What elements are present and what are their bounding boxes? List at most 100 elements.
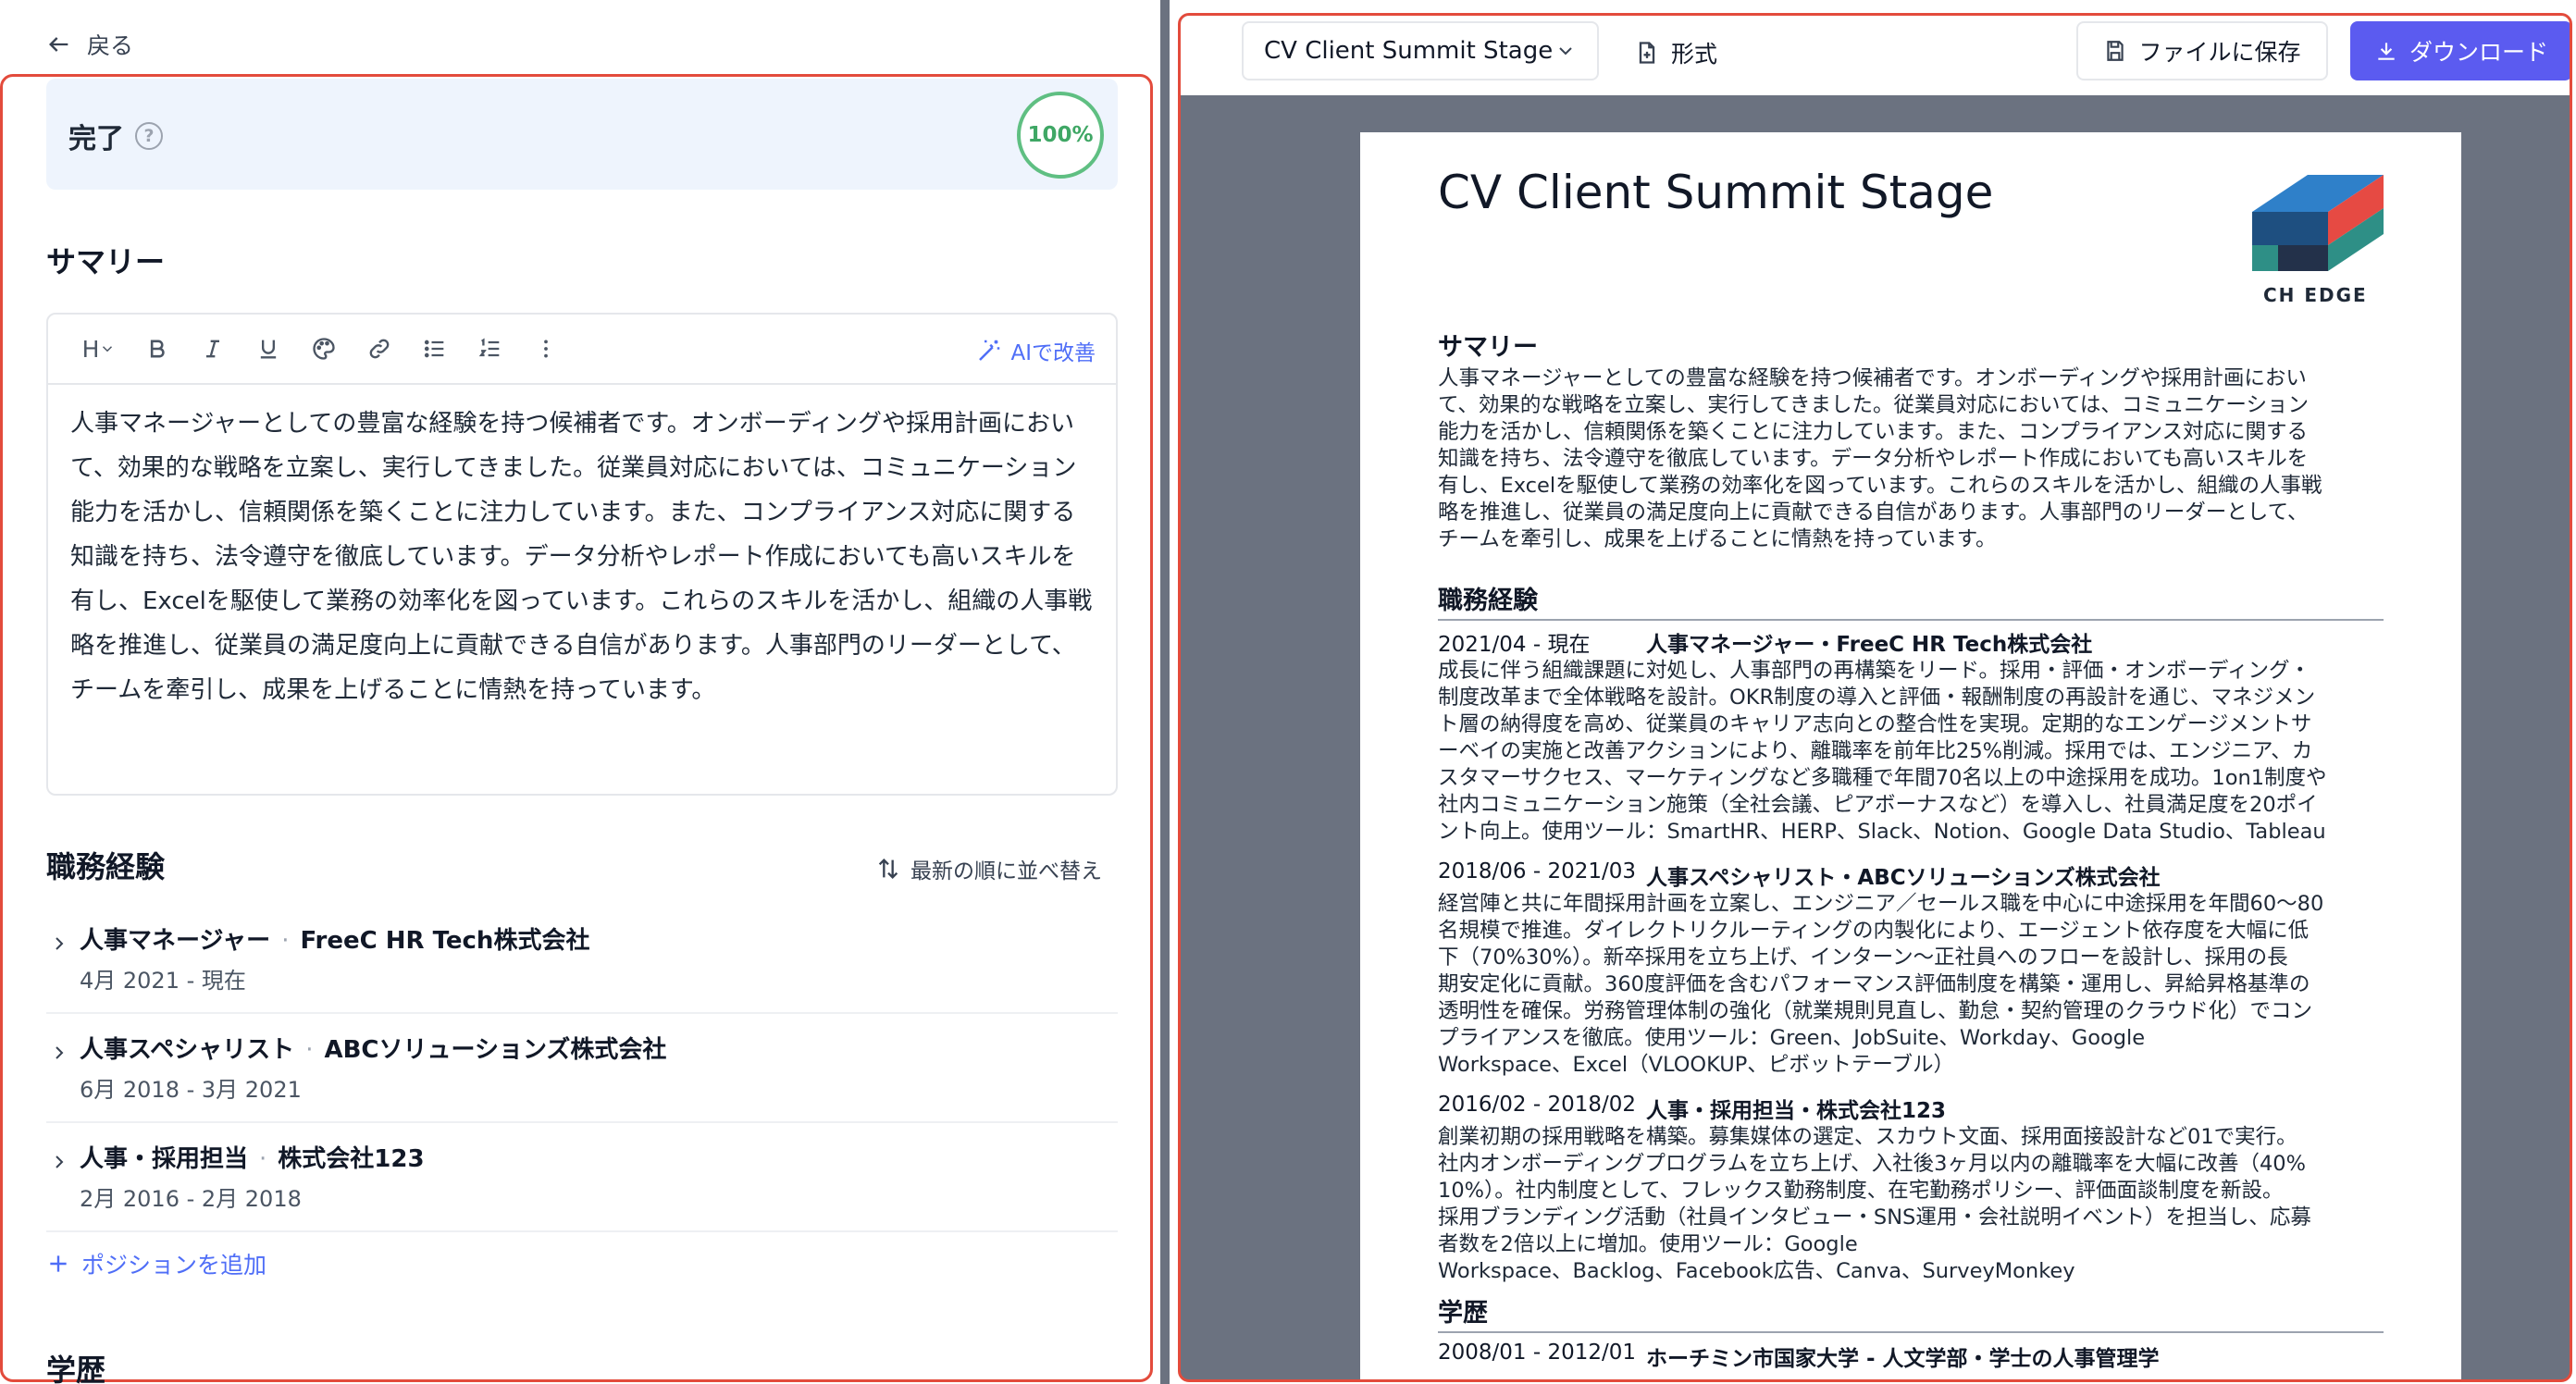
cv-job-title: 人事マネージャー・FreeC HR Tech株式会社: [1646, 633, 2093, 657]
cv-job-line: 創業初期の採用戦略を構築。募集媒体の選定、スカウト文面、採用面接設計など01で実…: [1438, 1125, 2297, 1149]
underline-button[interactable]: [241, 326, 296, 372]
summary-title: サマリー: [46, 244, 166, 279]
file-format-icon: [1639, 42, 1655, 64]
cv-name: CV Client Summit Stage: [1438, 166, 1994, 219]
job-dates: 6月 2018 - 3月 2021: [80, 1077, 302, 1103]
cv-education-heading: 学歴: [1438, 1299, 1488, 1328]
download-button[interactable]: ダウンロード: [2350, 21, 2570, 80]
job-company: ABCソリューションズ株式会社: [324, 1036, 667, 1064]
completion-label: 完了: [68, 123, 124, 155]
cv-education-dates: 2008/01 - 2012/01: [1438, 1341, 1637, 1365]
cv-job-header: 2018/06 - 2021/03 人事スペシャリスト・ABCソリューションズ株…: [1438, 859, 2161, 891]
cv-job-title: 人事・採用担当・株式会社123: [1646, 1099, 1947, 1123]
cv-job-line: ーベイの実施と改善アクションにより、離職率を前年比25%削減。採用では、エンジニ…: [1438, 739, 2313, 763]
job-title: 人事マネージャー · FreeC HR Tech株式会社: [80, 927, 590, 955]
save-to-file-button[interactable]: ファイルに保存: [2076, 21, 2328, 80]
job-item[interactable]: 人事・採用担当 · 株式会社123 2月 2016 - 2月 2018: [46, 1131, 1118, 1232]
cv-summary-line: て、効果的な戦略を立案し、実行してきました。従業員対応においては、コミュニケーシ…: [1438, 393, 2309, 417]
chevron-right-icon: [56, 1046, 64, 1059]
cv-job-line: Workspace、Backlog、Facebook広告、Canva、Surve…: [1438, 1259, 2075, 1283]
cv-summary-line: 知識を持ち、法令遵守を徹底しています。データ分析やレポート作成においても高いスキ…: [1438, 447, 2309, 471]
job-role: 人事スペシャリスト: [80, 1036, 295, 1064]
underline-icon: [260, 340, 277, 359]
panel-splitter[interactable]: [1157, 0, 1175, 1384]
summary-editor[interactable]: H AIで改善 人事マネージャーとしての豊富な経験を持つ候補者です。オンボーディ…: [46, 313, 1118, 796]
completion-banner: 完了 ? 100%: [46, 79, 1118, 190]
progress-value: 100%: [1027, 123, 1094, 147]
cv-job-line: ント向上。使用ツール：SmartHR、HERP、Slack、Notion、Goo…: [1438, 820, 2326, 844]
chevron-right-icon: [56, 1155, 64, 1168]
cv-summary: 人事マネージャーとしての豊富な経験を持つ候補者です。オンボーディングや採用計画に…: [1438, 365, 2384, 553]
format-label: 形式: [1671, 41, 1718, 68]
preview-toolbar: CV Client Summit Stage 形式 ファイルに保存 ダウンロード: [1181, 16, 2570, 95]
preview-panel: CV Client Summit Stage 形式 ファイルに保存 ダウンロード…: [1175, 0, 2576, 1384]
cv-job-line: 透明性を確保。労務管理体制の強化（就業規則見直し、勤怠・契約管理のクラウド化）で…: [1438, 999, 2313, 1023]
cv-education-entry: 2008/01 - 2012/01 ホーチミン市国家大学 - 人文学部・学士の人…: [1438, 1341, 2160, 1372]
job-title: 人事・採用担当 · 株式会社123: [80, 1145, 425, 1173]
format-button[interactable]: 形式: [1634, 36, 1717, 69]
progress-ring: 100%: [1017, 92, 1104, 179]
chevron-down-icon: [103, 346, 113, 352]
color-button[interactable]: [296, 326, 352, 372]
cv-job-dates: 2016/02 - 2018/02: [1438, 1093, 1637, 1117]
back-button[interactable]: 戻る: [46, 28, 133, 61]
add-position-button[interactable]: ポジションを追加: [46, 1247, 266, 1280]
cv-job-description: 経営陣と共に年間採用計画を立案し、エンジニア／セールス職を中心に中途採用を年間6…: [1438, 891, 2384, 1079]
link-button[interactable]: [352, 326, 407, 372]
editor-panel: 戻る 完了 ? 100% サマリー H AIで改善 人事マネージャーとしての豊富…: [0, 0, 1157, 1384]
italic-button[interactable]: [185, 326, 241, 372]
help-icon[interactable]: ?: [135, 122, 163, 150]
back-label: 戻る: [87, 32, 134, 59]
cv-job-header: 2021/04 - 現在 人事マネージャー・FreeC HR Tech株式会社: [1438, 626, 2092, 658]
cv-job-line: ト層の納得度を高め、従業員のキャリア志向との整合性を実現。定期的なエンゲージメン…: [1438, 712, 2312, 736]
cv-job-line: 採用ブランディング活動（社員インタビュー・SNS運用・会社説明イベント）を担当し…: [1438, 1205, 2311, 1230]
cv-job-header: 2016/02 - 2018/02 人事・採用担当・株式会社123: [1438, 1093, 1946, 1124]
numbered-list-button[interactable]: [463, 326, 518, 372]
cv-job-title: 人事スペシャリスト・ABCソリューションズ株式会社: [1646, 866, 2161, 890]
download-label: ダウンロード: [2409, 39, 2548, 66]
job-company: FreeC HR Tech株式会社: [300, 927, 590, 955]
bullet-list-icon: [424, 340, 444, 358]
bullet-list-button[interactable]: [407, 326, 463, 372]
cv-education-title: ホーチミン市国家大学 - 人文学部・学士の人事管理学: [1646, 1347, 2160, 1371]
italic-icon: [206, 340, 219, 358]
download-icon: [2378, 43, 2395, 60]
heading-dropdown[interactable]: H: [68, 326, 130, 372]
palette-icon: [313, 338, 335, 360]
cv-job-line: 名規模で推進。ダイレクトリクルーティングの内製化により、エージェント依存度を大幅…: [1438, 919, 2310, 943]
job-role: 人事・採用担当: [80, 1145, 249, 1173]
sort-label: 最新の順に並べ替え: [910, 859, 1102, 884]
cv-job-line: 者数を2倍以上に増加。使用ツール：Google: [1438, 1232, 1858, 1256]
save-icon: [2107, 41, 2124, 61]
cv-job-line: 期安定化に貢献。360度評価を含むパフォーマンス評価制度を構築・運用し、昇給昇格…: [1438, 972, 2310, 996]
template-select-value: CV Client Summit Stage: [1264, 37, 1554, 65]
bold-button[interactable]: [130, 326, 185, 372]
job-item[interactable]: 人事マネージャー · FreeC HR Tech株式会社 4月 2021 - 現在: [46, 912, 1118, 1014]
cv-summary-line: 略を推進し、従業員の満足度向上に貢献できる自信があります。人事部門のリーダーとし…: [1438, 500, 2309, 525]
job-item[interactable]: 人事スペシャリスト · ABCソリューションズ株式会社 6月 2018 - 3月 2…: [46, 1021, 1118, 1123]
splitter-bar[interactable]: [1160, 0, 1170, 1384]
cv-summary-line: 有し、Excelを駆使して業務の効率化を図っています。これらのスキルを活かし、組…: [1438, 474, 2322, 498]
plus-icon: [50, 1255, 67, 1272]
job-dates: 4月 2021 - 現在: [80, 968, 246, 994]
summary-text[interactable]: 人事マネージャーとしての豊富な経験を持つ候補者です。オンボーディングや採用計画に…: [48, 385, 1116, 729]
heading-label: H: [81, 335, 100, 363]
cv-divider: [1438, 1331, 2384, 1333]
cv-divider: [1438, 619, 2384, 621]
cv-job-line: スタマーサクセス、マーケティングなど多職種で年間70名以上の中途採用を成功。1o…: [1438, 766, 2327, 790]
arrow-left-icon: [49, 37, 68, 52]
cv-job-line: Workspace、Excel（VLOOKUP、ピボットテーブル）: [1438, 1053, 1954, 1077]
template-select[interactable]: CV Client Summit Stage: [1242, 21, 1599, 80]
cv-job-dates: 2021/04 - 現在: [1438, 633, 1591, 657]
more-options-button[interactable]: [518, 326, 574, 372]
ai-improve-button[interactable]: AIで改善: [975, 335, 1096, 366]
sort-icon: [878, 859, 898, 879]
ch-edge-logo: [2252, 175, 2384, 271]
job-title: 人事スペシャリスト · ABCソリューションズ株式会社: [80, 1036, 667, 1064]
cv-job-line: プライアンスを徹底。使用ツール：Green、JobSuite、Workday、G…: [1438, 1026, 2146, 1050]
job-company: 株式会社123: [278, 1145, 425, 1173]
chevron-right-icon: [56, 937, 64, 950]
sort-newest-button[interactable]: 最新の順に並べ替え: [875, 853, 1102, 884]
cv-job-line: 制度改革まで全体戦略を設計。OKR制度の導入と評価・報酬制度の再設計を通じ、マネ…: [1438, 686, 2316, 710]
more-vertical-icon: [544, 340, 548, 358]
